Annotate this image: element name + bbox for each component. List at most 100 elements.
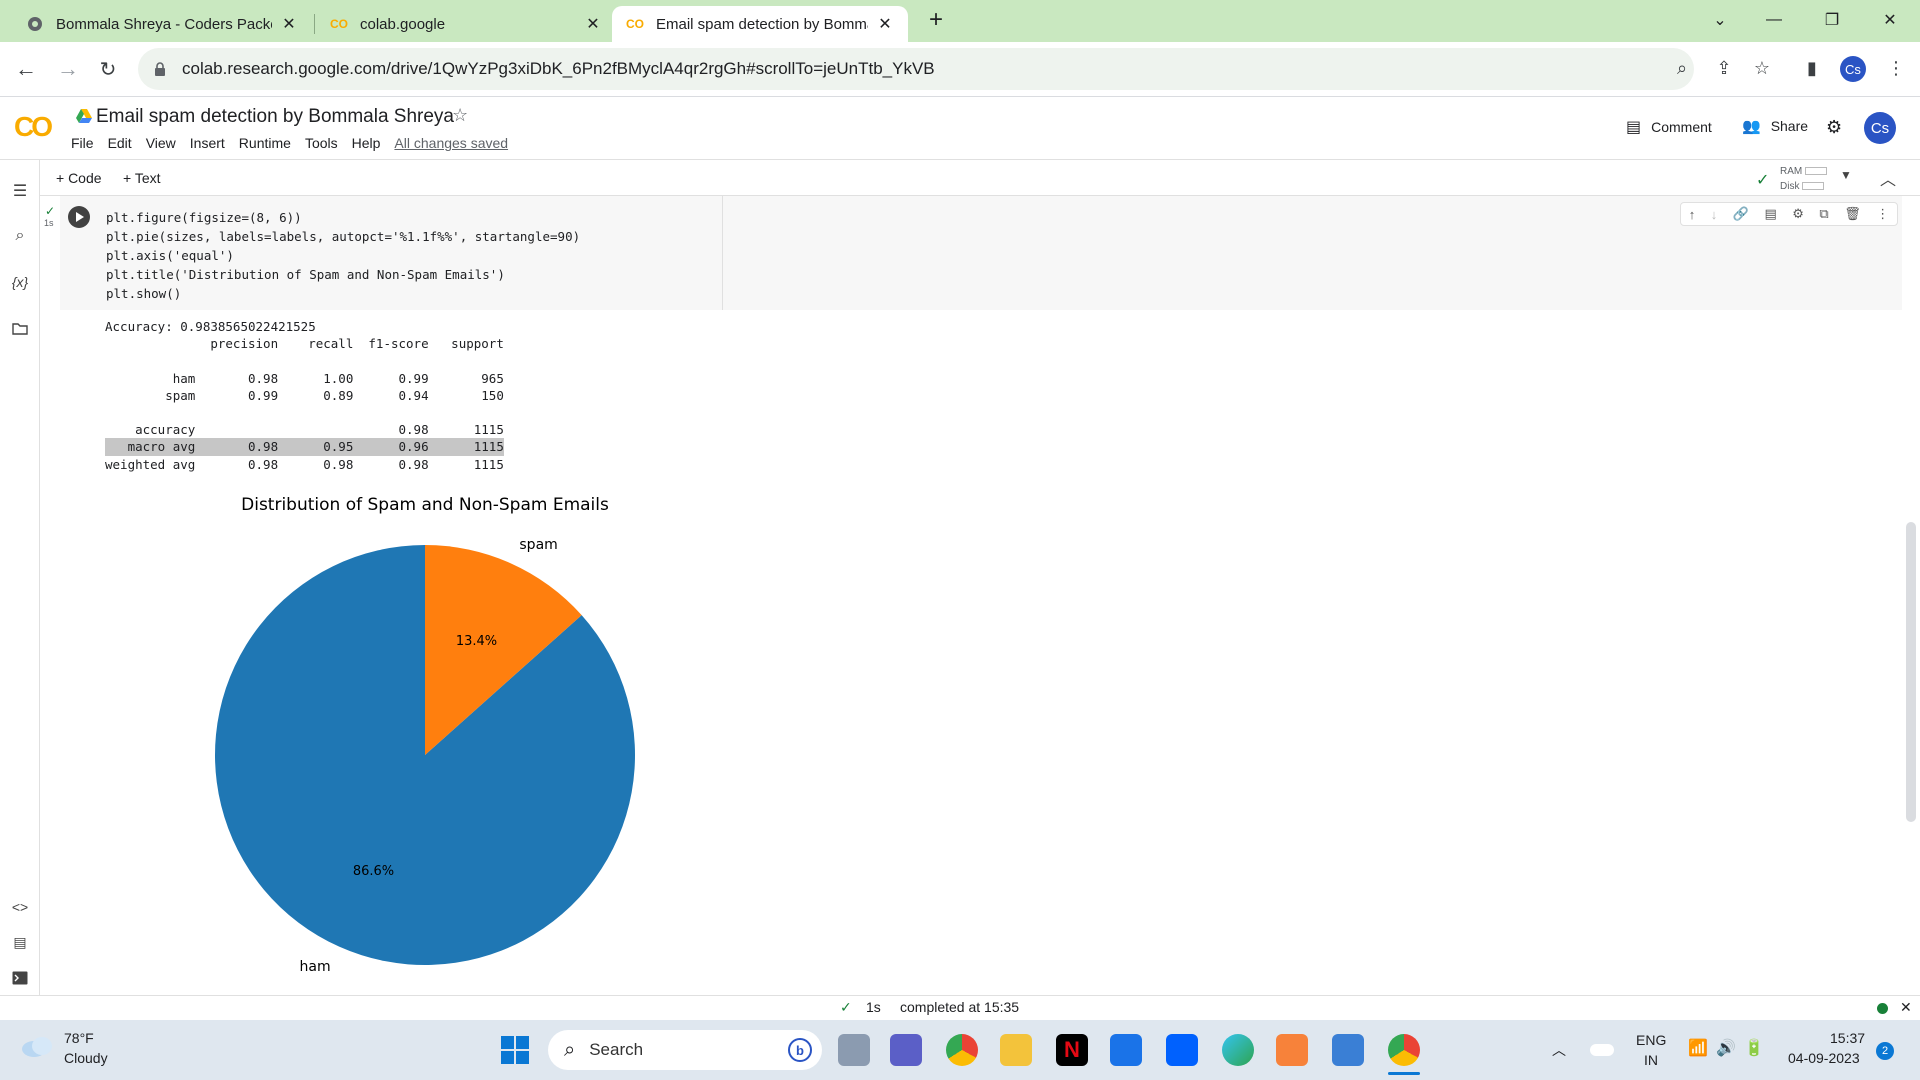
- restore-button[interactable]: ❐: [1812, 6, 1852, 34]
- language-bottom[interactable]: IN: [1644, 1052, 1658, 1068]
- settings-gear-icon[interactable]: ⚙: [1826, 117, 1842, 138]
- zoom-icon[interactable]: ⌕: [1668, 54, 1696, 82]
- collapse-chevron-icon[interactable]: ︿: [1880, 166, 1896, 190]
- netflix-icon[interactable]: N: [1056, 1034, 1088, 1066]
- tab-coders-packet[interactable]: Bommala Shreya - Coders Packet ✕: [12, 6, 312, 42]
- comment-icon[interactable]: ▤: [1764, 206, 1776, 222]
- command-palette-icon[interactable]: ▤: [8, 930, 32, 954]
- address-bar[interactable]: colab.research.google.com/drive/1QwYzPg3…: [138, 48, 1694, 90]
- task-view-icon[interactable]: [838, 1034, 870, 1066]
- microsoft-store-icon[interactable]: [1110, 1034, 1142, 1066]
- teams-icon[interactable]: [890, 1034, 922, 1066]
- code-line: plt.pie(sizes, labels=labels, autopct='%…: [106, 229, 581, 244]
- google-drive-icon[interactable]: [76, 109, 92, 123]
- side-panel-icon[interactable]: ▮: [1798, 54, 1826, 82]
- table-of-contents-icon[interactable]: ☰: [8, 179, 32, 203]
- chart-title: Distribution of Spam and Non-Spam Emails: [241, 495, 609, 515]
- runtime-dropdown-icon[interactable]: ▼: [1840, 168, 1852, 182]
- add-text-button[interactable]: + Text: [123, 170, 161, 186]
- photos-app-icon[interactable]: [1276, 1034, 1308, 1066]
- code-line: plt.axis('equal'): [106, 248, 234, 263]
- code-snippets-icon[interactable]: <>: [8, 895, 32, 919]
- weather-desc[interactable]: Cloudy: [64, 1050, 108, 1066]
- run-cell-button[interactable]: [68, 206, 90, 228]
- close-status-icon[interactable]: ✕: [1900, 999, 1912, 1016]
- report-line: ham 0.98 1.00 0.99 965: [105, 370, 504, 386]
- comment-icon: ▤: [1626, 119, 1642, 136]
- minimize-button[interactable]: —: [1754, 6, 1794, 34]
- show-hidden-icons-chevron[interactable]: ︿: [1552, 1040, 1566, 1060]
- share-page-icon[interactable]: ⇪: [1710, 54, 1738, 82]
- menu-edit[interactable]: Edit: [108, 135, 132, 151]
- terminal-icon[interactable]: [8, 966, 32, 990]
- tab-email-spam-detection[interactable]: CO Email spam detection by Bommala ✕: [612, 6, 908, 42]
- report-line: spam 0.99 0.89 0.94 150: [105, 387, 504, 403]
- code-editor[interactable]: plt.figure(figsize=(8, 6)) plt.pie(sizes,…: [106, 208, 580, 303]
- battery-icon[interactable]: 🔋: [1744, 1038, 1764, 1058]
- tab-colab-google[interactable]: CO colab.google ✕: [316, 6, 616, 42]
- comment-button[interactable]: ▤ Comment: [1626, 117, 1712, 137]
- connected-check-icon: ✓: [1756, 172, 1770, 189]
- colab-logo[interactable]: CO: [14, 111, 53, 143]
- new-tab-button[interactable]: +: [916, 6, 956, 34]
- close-icon[interactable]: ✕: [876, 14, 894, 34]
- notebook-title[interactable]: Email spam detection by Bommala Shreya: [96, 106, 454, 128]
- add-code-button[interactable]: + Code: [56, 170, 102, 186]
- more-options-icon[interactable]: ⋮: [1876, 206, 1889, 222]
- tab-search-chevron-icon[interactable]: ⌄: [1700, 6, 1740, 34]
- share-button[interactable]: 👥 Share: [1742, 117, 1808, 135]
- wifi-icon[interactable]: 📶: [1688, 1038, 1708, 1058]
- search-icon[interactable]: ⌕: [8, 224, 32, 248]
- dropbox-icon[interactable]: [1166, 1034, 1198, 1066]
- windows-start-icon[interactable]: [501, 1036, 529, 1064]
- status-completed[interactable]: completed at 15:35: [900, 999, 1019, 1015]
- menu-runtime[interactable]: Runtime: [239, 135, 291, 151]
- back-button[interactable]: ←: [10, 53, 42, 85]
- resources-indicator[interactable]: RAM Disk: [1780, 164, 1828, 194]
- menu-help[interactable]: Help: [352, 135, 381, 151]
- forward-button[interactable]: →: [52, 53, 84, 85]
- volume-icon[interactable]: 🔊: [1716, 1038, 1736, 1058]
- status-dot: [1877, 1003, 1888, 1014]
- edge-icon[interactable]: [1222, 1034, 1254, 1066]
- menu-file[interactable]: File: [71, 135, 94, 151]
- menu-insert[interactable]: Insert: [190, 135, 225, 151]
- notification-badge[interactable]: 2: [1876, 1042, 1894, 1060]
- delete-icon[interactable]: 🗑: [1844, 206, 1861, 222]
- menu-tools[interactable]: Tools: [305, 135, 338, 151]
- mail-icon[interactable]: [1332, 1034, 1364, 1066]
- onedrive-cloud-icon[interactable]: [1590, 1044, 1614, 1056]
- gear-icon[interactable]: ⚙: [1792, 206, 1804, 222]
- reload-button[interactable]: ↻: [92, 53, 124, 85]
- colab-header: CO Email spam detection by Bommala Shrey…: [0, 97, 1920, 160]
- variables-icon[interactable]: {x}: [8, 270, 32, 294]
- star-icon[interactable]: ☆: [452, 105, 468, 126]
- clock-date[interactable]: 04-09-2023: [1788, 1050, 1860, 1066]
- move-up-icon[interactable]: ↑: [1689, 207, 1696, 222]
- scrollbar[interactable]: [1906, 522, 1916, 822]
- link-icon[interactable]: 🔗: [1733, 206, 1749, 222]
- move-down-icon[interactable]: ↓: [1711, 207, 1718, 222]
- close-icon[interactable]: ✕: [584, 14, 602, 34]
- files-folder-icon[interactable]: [8, 316, 32, 340]
- chrome-icon[interactable]: [946, 1034, 978, 1066]
- comment-label: Comment: [1651, 119, 1712, 135]
- mirror-cell-icon[interactable]: ⧉: [1819, 206, 1828, 222]
- clock-time[interactable]: 15:37: [1830, 1030, 1865, 1046]
- save-status[interactable]: All changes saved: [394, 135, 508, 151]
- browser-menu-icon[interactable]: ⋮: [1882, 54, 1910, 82]
- weather-temp[interactable]: 78°F: [64, 1030, 94, 1046]
- taskbar-search-box[interactable]: ⌕ Search b: [548, 1030, 822, 1070]
- file-explorer-icon[interactable]: [1000, 1034, 1032, 1066]
- report-line: accuracy 0.98 1115: [105, 422, 504, 438]
- close-icon[interactable]: ✕: [280, 14, 298, 34]
- close-window-button[interactable]: ✕: [1870, 6, 1910, 34]
- active-app-indicator: [1388, 1072, 1420, 1075]
- chrome-profile-icon[interactable]: [1388, 1034, 1420, 1066]
- language-top[interactable]: ENG: [1636, 1032, 1666, 1048]
- colab-profile-avatar[interactable]: Cs: [1864, 112, 1896, 144]
- menu-view[interactable]: View: [146, 135, 176, 151]
- bing-icon[interactable]: b: [788, 1038, 812, 1062]
- profile-avatar[interactable]: Cs: [1840, 56, 1866, 82]
- bookmark-star-icon[interactable]: ☆: [1748, 54, 1776, 82]
